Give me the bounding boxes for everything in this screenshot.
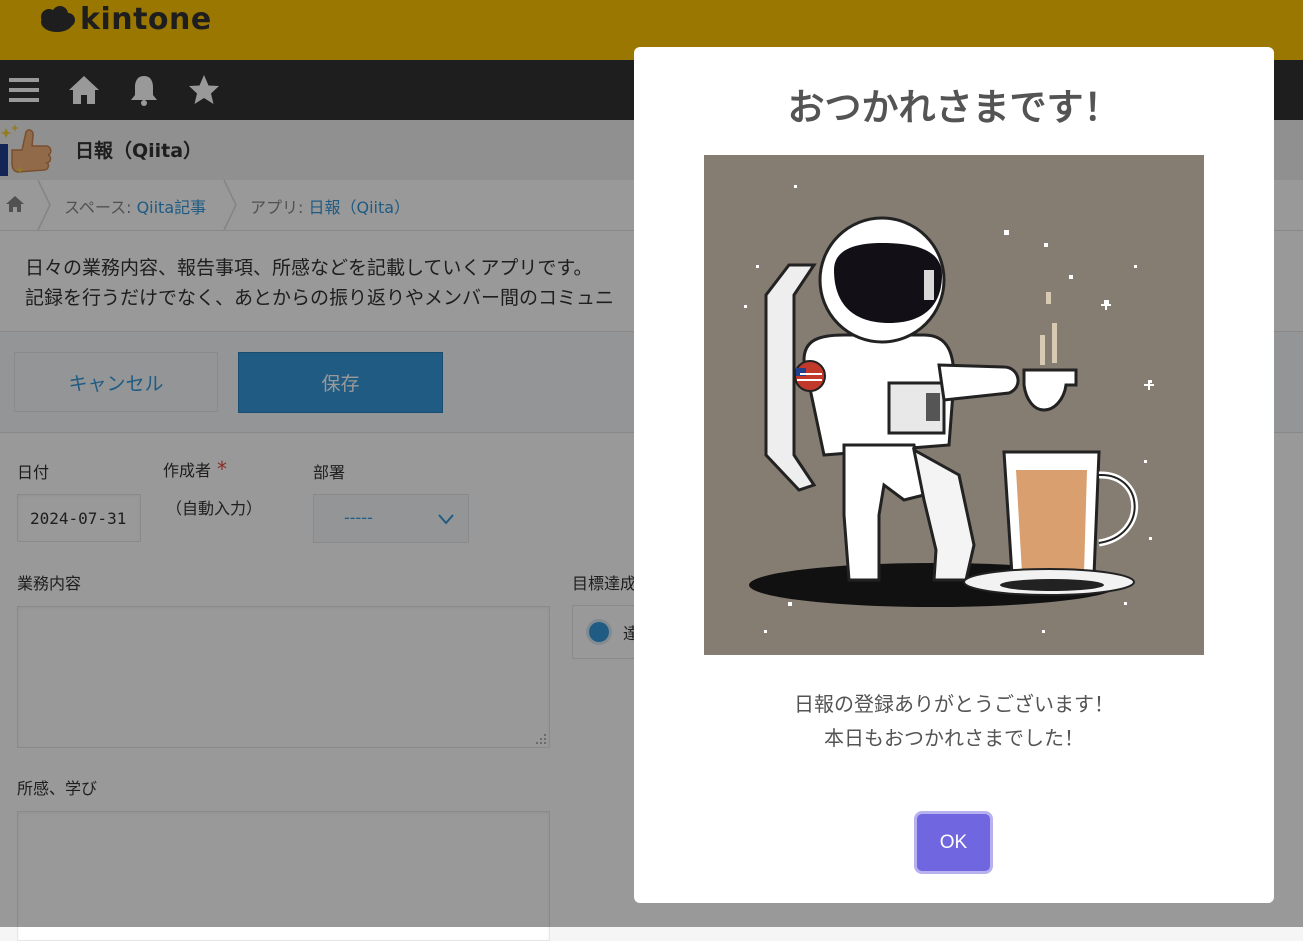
dialog-message-line-1: 日報の登録ありがとうございます！ <box>794 692 1114 716</box>
astronaut-coffee-illustration <box>704 155 1204 655</box>
dialog-message: 日報の登録ありがとうございます！ 本日もおつかれさまでした！ <box>634 687 1274 755</box>
completion-dialog: おつかれさまです！ 日報の登録ありがとうございます！ 本日もおつかれさまでした！… <box>634 47 1274 903</box>
dialog-message-line-2: 本日もおつかれさまでした！ <box>824 726 1084 750</box>
ok-button[interactable]: OK <box>917 814 990 871</box>
dialog-title: おつかれさまです！ <box>787 86 1121 129</box>
astronaut-coffee-icon <box>704 155 1204 655</box>
